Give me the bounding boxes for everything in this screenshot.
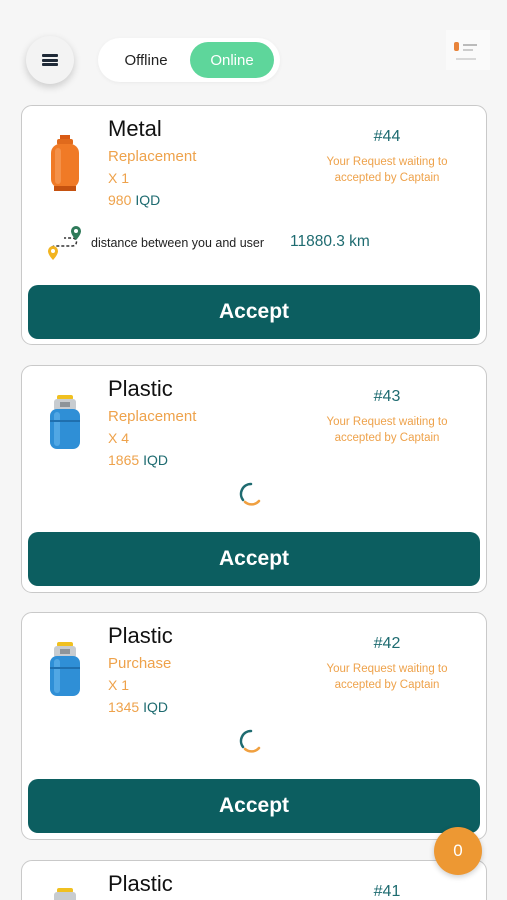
order-card: Plastic #41 (21, 860, 487, 900)
plastic-gas-cylinder-icon (54, 888, 76, 900)
order-type: Purchase (108, 655, 172, 672)
loading-spinner-icon (239, 729, 261, 753)
offline-option[interactable]: Offline (108, 42, 184, 78)
price-value: 980 (108, 192, 132, 208)
quantity: X 1 (108, 677, 130, 693)
online-option[interactable]: Online (190, 42, 274, 78)
currency: IQD (143, 452, 169, 468)
plastic-gas-cylinder-icon (50, 642, 80, 696)
loading-spinner-icon (239, 482, 261, 506)
order-number: #43 (373, 388, 401, 405)
distance-label: distance between you and user (91, 236, 265, 250)
order-number: #44 (373, 128, 401, 145)
order-number: #42 (373, 635, 401, 652)
quantity: X 1 (108, 170, 130, 186)
order-type: Replacement (108, 408, 197, 425)
cart-badge-button[interactable]: 0 (434, 827, 482, 875)
price-value: 1345 (108, 699, 140, 715)
plastic-gas-cylinder-icon (50, 395, 80, 449)
product-title: Plastic (108, 376, 173, 401)
currency: IQD (143, 699, 169, 715)
order-card: Plastic Replacement X 4 1865 IQD #43 Your… (21, 365, 487, 593)
product-title: Metal (108, 116, 162, 141)
order-number: #41 (373, 883, 401, 900)
online-offline-toggle[interactable]: Offline Online (98, 38, 280, 82)
product-title: Plastic (108, 871, 173, 896)
price-value: 1865 (108, 452, 140, 468)
accept-button[interactable]: Accept (28, 779, 480, 833)
accept-button[interactable]: Accept (28, 285, 480, 339)
distance-row: distance between you and user 11880.3 km (46, 224, 466, 264)
route-map-icon (48, 226, 81, 260)
distance-value: 11880.3 km (290, 233, 370, 250)
menu-button[interactable] (26, 36, 74, 84)
price: 980 IQD (108, 192, 160, 208)
hamburger-menu-icon (42, 54, 58, 66)
accept-button[interactable]: Accept (28, 532, 480, 586)
order-card: Plastic Purchase X 1 1345 IQD #42 Your Re… (21, 612, 487, 840)
product-title: Plastic (108, 623, 173, 648)
avatar[interactable] (446, 30, 490, 70)
order-status: Your Request waiting to accepted by Capt… (326, 416, 448, 444)
order-status: Your Request waiting to accepted by Capt… (326, 663, 448, 691)
quantity: X 4 (108, 430, 130, 446)
order-type: Replacement (108, 148, 197, 165)
metal-gas-cylinder-icon (51, 135, 79, 191)
price: 1345 IQD (108, 699, 168, 715)
order-status: Your Request waiting to accepted by Capt… (326, 156, 448, 184)
price: 1865 IQD (108, 452, 168, 468)
order-card: Metal Replacement X 1 980 IQD #44 Your Re… (21, 105, 487, 345)
currency: IQD (135, 192, 161, 208)
